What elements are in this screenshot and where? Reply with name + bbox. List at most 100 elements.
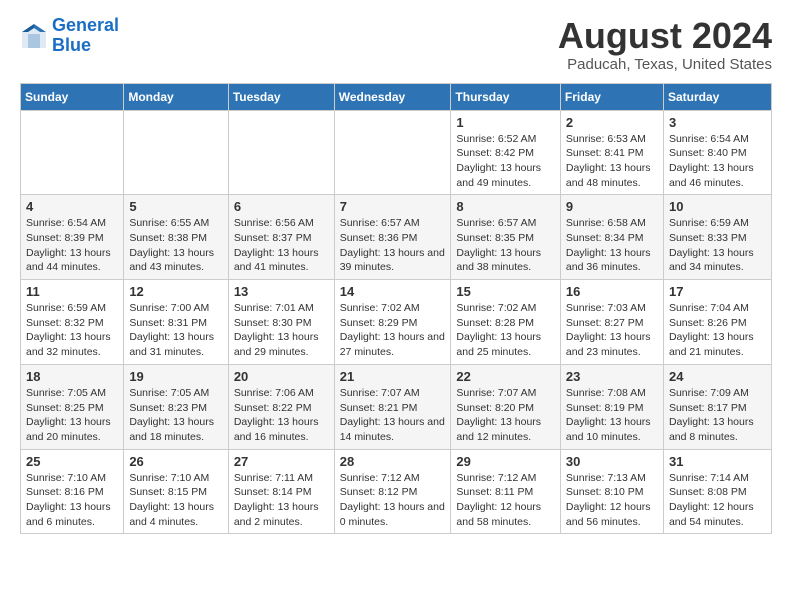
cell-date: 22	[456, 369, 555, 384]
cell-sunset: Sunset: 8:36 PM	[340, 231, 446, 246]
cell-daylight: Daylight: 13 hours and 23 minutes.	[566, 330, 658, 359]
week-row-3: 18 Sunrise: 7:05 AM Sunset: 8:25 PM Dayl…	[21, 364, 772, 449]
cell-date: 20	[234, 369, 329, 384]
cell-date: 24	[669, 369, 766, 384]
cell-0-2	[228, 110, 334, 195]
cell-daylight: Daylight: 13 hours and 0 minutes.	[340, 500, 446, 529]
cell-3-3: 21 Sunrise: 7:07 AM Sunset: 8:21 PM Dayl…	[334, 364, 451, 449]
header: General Blue August 2024 Paducah, Texas,…	[20, 16, 772, 73]
cell-date: 9	[566, 199, 658, 214]
cell-3-5: 23 Sunrise: 7:08 AM Sunset: 8:19 PM Dayl…	[560, 364, 663, 449]
cell-date: 2	[566, 115, 658, 130]
cell-daylight: Daylight: 13 hours and 43 minutes.	[129, 246, 222, 275]
cell-sunrise: Sunrise: 6:58 AM	[566, 216, 658, 231]
cell-sunrise: Sunrise: 7:05 AM	[26, 386, 118, 401]
cell-sunrise: Sunrise: 7:13 AM	[566, 471, 658, 486]
cell-1-3: 7 Sunrise: 6:57 AM Sunset: 8:36 PM Dayli…	[334, 195, 451, 280]
cell-2-3: 14 Sunrise: 7:02 AM Sunset: 8:29 PM Dayl…	[334, 280, 451, 365]
cell-daylight: Daylight: 13 hours and 2 minutes.	[234, 500, 329, 529]
cell-date: 3	[669, 115, 766, 130]
cell-date: 6	[234, 199, 329, 214]
col-thursday: Thursday	[451, 83, 561, 110]
logo-text: General Blue	[52, 16, 119, 56]
cell-sunset: Sunset: 8:27 PM	[566, 316, 658, 331]
cell-date: 23	[566, 369, 658, 384]
cell-sunset: Sunset: 8:23 PM	[129, 401, 222, 416]
cell-sunrise: Sunrise: 7:11 AM	[234, 471, 329, 486]
cell-4-3: 28 Sunrise: 7:12 AM Sunset: 8:12 PM Dayl…	[334, 449, 451, 534]
cell-date: 17	[669, 284, 766, 299]
cell-4-5: 30 Sunrise: 7:13 AM Sunset: 8:10 PM Dayl…	[560, 449, 663, 534]
cell-sunset: Sunset: 8:34 PM	[566, 231, 658, 246]
cell-daylight: Daylight: 13 hours and 20 minutes.	[26, 415, 118, 444]
cell-sunrise: Sunrise: 7:09 AM	[669, 386, 766, 401]
cell-daylight: Daylight: 13 hours and 6 minutes.	[26, 500, 118, 529]
cell-sunrise: Sunrise: 7:14 AM	[669, 471, 766, 486]
cell-date: 25	[26, 454, 118, 469]
cell-sunset: Sunset: 8:42 PM	[456, 146, 555, 161]
cell-sunset: Sunset: 8:17 PM	[669, 401, 766, 416]
cell-sunset: Sunset: 8:10 PM	[566, 485, 658, 500]
week-row-2: 11 Sunrise: 6:59 AM Sunset: 8:32 PM Dayl…	[21, 280, 772, 365]
cell-2-0: 11 Sunrise: 6:59 AM Sunset: 8:32 PM Dayl…	[21, 280, 124, 365]
cell-date: 18	[26, 369, 118, 384]
cell-date: 1	[456, 115, 555, 130]
cell-daylight: Daylight: 13 hours and 46 minutes.	[669, 161, 766, 190]
cell-sunset: Sunset: 8:38 PM	[129, 231, 222, 246]
cell-sunrise: Sunrise: 6:53 AM	[566, 132, 658, 147]
cell-sunrise: Sunrise: 6:59 AM	[669, 216, 766, 231]
cell-date: 14	[340, 284, 446, 299]
col-monday: Monday	[124, 83, 228, 110]
cell-date: 7	[340, 199, 446, 214]
cell-0-4: 1 Sunrise: 6:52 AM Sunset: 8:42 PM Dayli…	[451, 110, 561, 195]
cell-sunset: Sunset: 8:26 PM	[669, 316, 766, 331]
col-friday: Friday	[560, 83, 663, 110]
cell-date: 12	[129, 284, 222, 299]
cell-sunrise: Sunrise: 6:54 AM	[26, 216, 118, 231]
cell-daylight: Daylight: 13 hours and 38 minutes.	[456, 246, 555, 275]
cell-3-1: 19 Sunrise: 7:05 AM Sunset: 8:23 PM Dayl…	[124, 364, 228, 449]
cell-sunset: Sunset: 8:14 PM	[234, 485, 329, 500]
cell-sunrise: Sunrise: 7:07 AM	[340, 386, 446, 401]
cell-sunrise: Sunrise: 7:02 AM	[456, 301, 555, 316]
cell-date: 5	[129, 199, 222, 214]
cell-2-5: 16 Sunrise: 7:03 AM Sunset: 8:27 PM Dayl…	[560, 280, 663, 365]
cell-1-5: 9 Sunrise: 6:58 AM Sunset: 8:34 PM Dayli…	[560, 195, 663, 280]
col-sunday: Sunday	[21, 83, 124, 110]
cell-daylight: Daylight: 12 hours and 56 minutes.	[566, 500, 658, 529]
cell-date: 4	[26, 199, 118, 214]
cell-sunrise: Sunrise: 6:54 AM	[669, 132, 766, 147]
cell-0-0	[21, 110, 124, 195]
cell-daylight: Daylight: 13 hours and 29 minutes.	[234, 330, 329, 359]
cell-date: 15	[456, 284, 555, 299]
cell-daylight: Daylight: 13 hours and 8 minutes.	[669, 415, 766, 444]
cell-4-2: 27 Sunrise: 7:11 AM Sunset: 8:14 PM Dayl…	[228, 449, 334, 534]
cell-1-0: 4 Sunrise: 6:54 AM Sunset: 8:39 PM Dayli…	[21, 195, 124, 280]
cell-4-0: 25 Sunrise: 7:10 AM Sunset: 8:16 PM Dayl…	[21, 449, 124, 534]
cell-daylight: Daylight: 13 hours and 16 minutes.	[234, 415, 329, 444]
cell-daylight: Daylight: 13 hours and 49 minutes.	[456, 161, 555, 190]
cell-sunset: Sunset: 8:08 PM	[669, 485, 766, 500]
week-row-4: 25 Sunrise: 7:10 AM Sunset: 8:16 PM Dayl…	[21, 449, 772, 534]
cell-sunrise: Sunrise: 6:55 AM	[129, 216, 222, 231]
cell-0-6: 3 Sunrise: 6:54 AM Sunset: 8:40 PM Dayli…	[663, 110, 771, 195]
cell-sunset: Sunset: 8:39 PM	[26, 231, 118, 246]
calendar-table: Sunday Monday Tuesday Wednesday Thursday…	[20, 83, 772, 535]
col-saturday: Saturday	[663, 83, 771, 110]
cell-date: 30	[566, 454, 658, 469]
cell-sunset: Sunset: 8:41 PM	[566, 146, 658, 161]
cell-daylight: Daylight: 13 hours and 41 minutes.	[234, 246, 329, 275]
cell-1-2: 6 Sunrise: 6:56 AM Sunset: 8:37 PM Dayli…	[228, 195, 334, 280]
cell-daylight: Daylight: 12 hours and 54 minutes.	[669, 500, 766, 529]
cell-sunrise: Sunrise: 7:04 AM	[669, 301, 766, 316]
logo: General Blue	[20, 16, 119, 56]
cell-sunset: Sunset: 8:37 PM	[234, 231, 329, 246]
cell-daylight: Daylight: 13 hours and 4 minutes.	[129, 500, 222, 529]
cell-date: 11	[26, 284, 118, 299]
header-row: Sunday Monday Tuesday Wednesday Thursday…	[21, 83, 772, 110]
cell-daylight: Daylight: 13 hours and 14 minutes.	[340, 415, 446, 444]
cell-daylight: Daylight: 13 hours and 31 minutes.	[129, 330, 222, 359]
cell-daylight: Daylight: 13 hours and 32 minutes.	[26, 330, 118, 359]
week-row-1: 4 Sunrise: 6:54 AM Sunset: 8:39 PM Dayli…	[21, 195, 772, 280]
cell-sunrise: Sunrise: 6:52 AM	[456, 132, 555, 147]
